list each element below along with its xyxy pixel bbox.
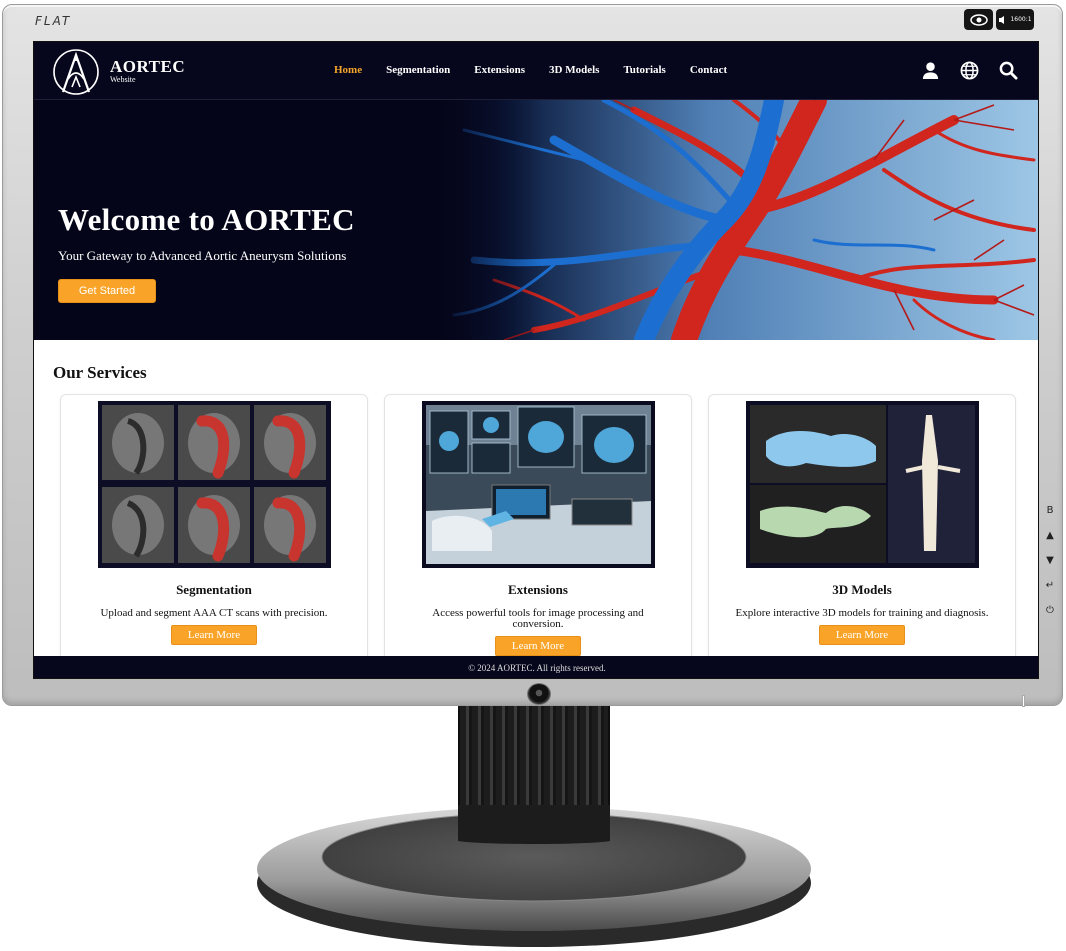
card-title: Segmentation: [176, 582, 252, 597]
service-card-3d-models: 3D Models Explore interactive 3D models …: [708, 394, 1016, 674]
hero-artery-image: [434, 100, 1038, 340]
side-control-down[interactable]: ▼: [1046, 555, 1054, 566]
resolution-badge[interactable]: 1600:1: [996, 9, 1034, 30]
speaker-icon: [999, 15, 1005, 24]
card-title: 3D Models: [832, 582, 892, 597]
hero-section: Welcome to AORTEC Your Gateway to Advanc…: [34, 100, 1038, 340]
get-started-button[interactable]: Get Started: [58, 279, 156, 303]
nav-icon-group: [921, 61, 1018, 80]
nav-item-3d-models[interactable]: 3D Models: [549, 64, 599, 76]
monitor-brand: FLAT: [35, 14, 72, 28]
service-card-extensions: Extensions Access powerful tools for ima…: [384, 394, 692, 674]
power-icon[interactable]: ⏻: [1046, 605, 1054, 616]
extensions-lab-image: [421, 401, 655, 568]
nav-item-tutorials[interactable]: Tutorials: [623, 64, 665, 76]
services-heading: Our Services: [53, 363, 147, 382]
card-title: Extensions: [508, 582, 568, 597]
service-card-segmentation: Segmentation Upload and segment AAA CT s…: [60, 394, 368, 674]
hero-text-block: Welcome to AORTEC Your Gateway to Advanc…: [58, 202, 355, 303]
site-logo[interactable]: AORTEC Website: [50, 47, 185, 97]
webcam-icon: [527, 683, 551, 705]
search-icon[interactable]: [999, 61, 1018, 80]
screen: AORTEC Website Home Segmentation Extensi…: [33, 41, 1039, 679]
monitor-badges: 1600:1: [964, 9, 1034, 30]
globe-icon[interactable]: [960, 61, 979, 80]
card-description: Access powerful tools for image processi…: [432, 607, 644, 630]
side-control-up[interactable]: ▲: [1046, 530, 1054, 541]
hero-title: Welcome to AORTEC: [58, 202, 355, 237]
nav-menu: Home Segmentation Extensions 3D Models T…: [334, 64, 751, 76]
card-description: Upload and segment AAA CT scans with pre…: [100, 607, 328, 619]
nav-item-contact[interactable]: Contact: [690, 64, 727, 76]
site-footer: © 2024 AORTEC. All rights reserved.: [34, 656, 1038, 678]
card-description: Explore interactive 3D models for traini…: [735, 607, 989, 619]
side-control-enter[interactable]: ↵: [1046, 580, 1054, 591]
services-section: Our Services Segmentation Upload and seg…: [34, 340, 1038, 674]
monitor-base: [257, 805, 811, 947]
power-led: [1022, 695, 1025, 707]
3d-models-image: [745, 401, 979, 568]
logo-subtitle: Website: [110, 75, 136, 84]
hero-subtitle: Your Gateway to Advanced Aortic Aneurysm…: [58, 248, 347, 263]
learn-more-button[interactable]: Learn More: [495, 636, 581, 656]
monitor-bezel: FLAT 1600:1 B ▲ ▼ ↵ ⏻ AORTEC Website Hom…: [2, 4, 1063, 707]
learn-more-button[interactable]: Learn More: [171, 625, 257, 645]
services-cards: Segmentation Upload and segment AAA CT s…: [60, 394, 1016, 674]
side-control-b[interactable]: B: [1047, 505, 1054, 516]
learn-more-button[interactable]: Learn More: [819, 625, 905, 645]
monitor-side-controls: B ▲ ▼ ↵ ⏻: [1042, 505, 1058, 616]
nav-item-home[interactable]: Home: [334, 64, 362, 76]
aortec-logo-icon: [53, 49, 99, 95]
eye-icon[interactable]: [964, 9, 993, 30]
nav-item-extensions[interactable]: Extensions: [474, 64, 525, 76]
user-icon[interactable]: [921, 61, 940, 80]
logo-title: AORTEC: [110, 57, 186, 76]
site-navbar: AORTEC Website Home Segmentation Extensi…: [34, 42, 1038, 100]
segmentation-ct-image: [97, 401, 331, 568]
resolution-label: 1600:1: [1010, 16, 1032, 23]
nav-item-segmentation[interactable]: Segmentation: [386, 64, 450, 76]
